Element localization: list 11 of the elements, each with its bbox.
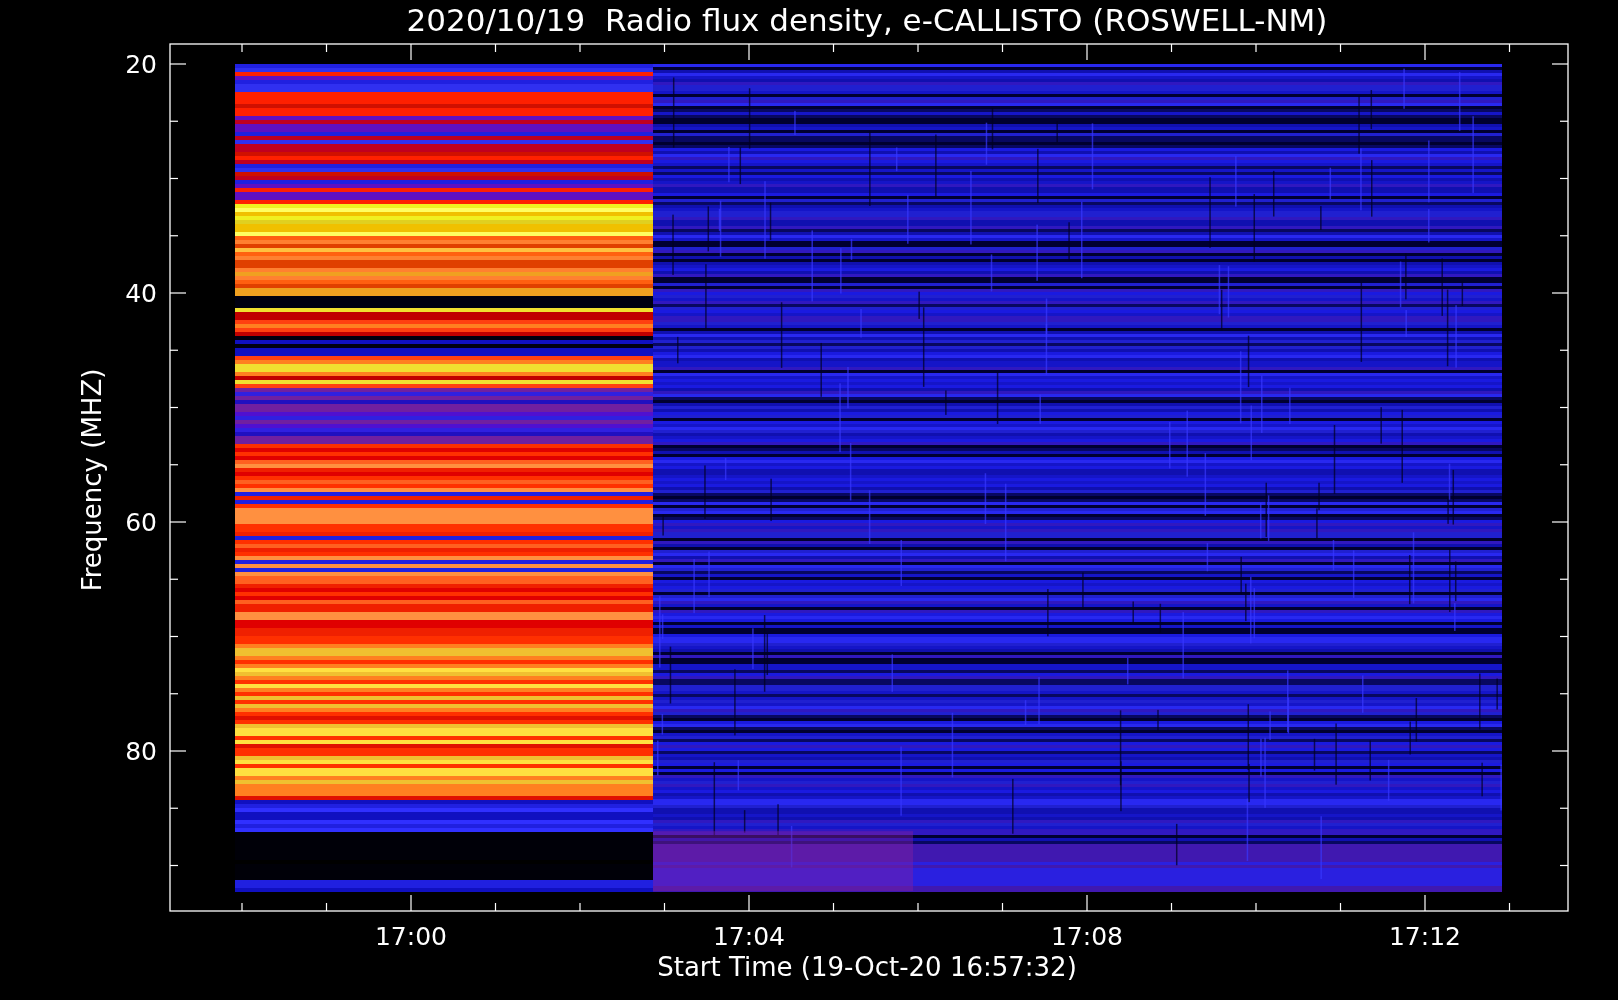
axis-label: Frequency (MHZ) bbox=[77, 368, 107, 592]
tick-label: 17:00 bbox=[375, 922, 447, 951]
tick-label: 20 bbox=[125, 50, 157, 79]
plot-title: 2020/10/19 Radio flux density, e-CALLISTO (ROSWELL-NM) bbox=[406, 2, 1328, 38]
tick-label: 60 bbox=[125, 508, 157, 537]
tick-label: 17:04 bbox=[713, 922, 785, 951]
tick-label: 80 bbox=[125, 737, 157, 766]
tick-label: 40 bbox=[125, 279, 157, 308]
tick-label: 17:12 bbox=[1389, 922, 1461, 951]
axis-label: Start Time (19-Oct-20 16:57:32) bbox=[657, 952, 1077, 982]
tick-label: 17:08 bbox=[1051, 922, 1123, 951]
